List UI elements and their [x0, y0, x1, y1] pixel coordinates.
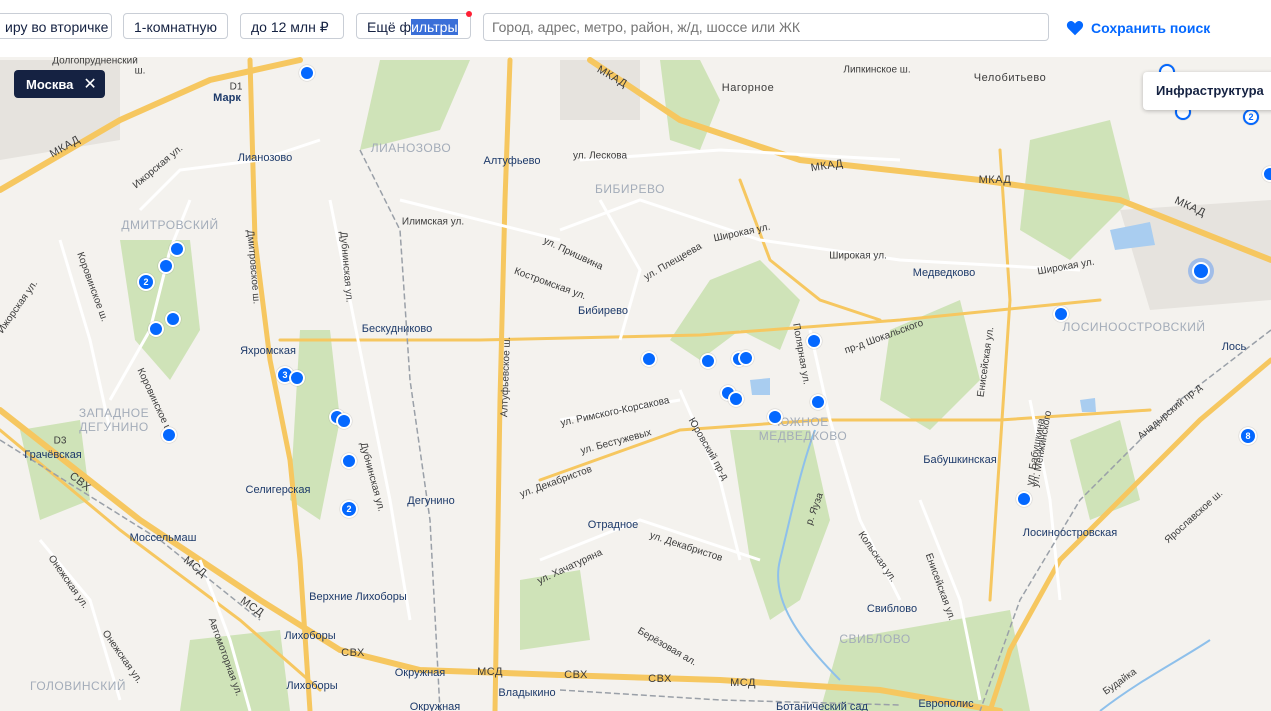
map-label: Долгопрудненский	[52, 57, 138, 67]
listing-pin[interactable]	[806, 333, 822, 349]
listing-pin[interactable]	[738, 350, 754, 366]
map-canvas[interactable]: Долгопрудненский ш. Марк D1 Лианозово ЛИ…	[0, 57, 1271, 711]
map-label: Дегунино	[407, 495, 455, 507]
map-label: D3	[53, 435, 67, 447]
map-label: СВХ	[341, 647, 365, 659]
map-label: Бибирево	[578, 305, 628, 317]
map-label: МСД	[730, 677, 756, 689]
price-label: до 12 млн ₽	[251, 19, 329, 35]
heart-icon	[1066, 21, 1084, 36]
map-label: Лианозово	[237, 152, 293, 164]
map-label: Бескудниково	[361, 323, 433, 335]
map-label: Отрадное	[587, 519, 639, 531]
listing-pin[interactable]	[336, 413, 352, 429]
map-label: D1	[229, 81, 243, 93]
listing-cluster-pin[interactable]: 8	[1239, 427, 1257, 445]
infrastructure-label: Инфраструктура	[1156, 83, 1264, 98]
map-label: Мосcельмаш	[129, 532, 197, 544]
map-label: Яхромская	[240, 345, 296, 357]
map-label: Окружная	[394, 667, 446, 679]
deal-type-button[interactable]: иру во вторичке	[0, 13, 112, 39]
map-label: МСД	[477, 666, 503, 678]
map-label: Лосиноостровская	[1022, 527, 1118, 539]
rooms-button[interactable]: 1-комнатную	[123, 13, 228, 39]
listing-pin[interactable]	[810, 394, 826, 410]
listing-pin[interactable]	[299, 65, 315, 81]
map-label: ДЕГУНИНО	[79, 420, 149, 434]
map-label: Липкинское ш.	[843, 64, 911, 76]
listing-pin[interactable]	[289, 370, 305, 386]
map-label: Медведково	[912, 267, 976, 279]
listing-pin[interactable]	[148, 321, 164, 337]
save-search-label: Сохранить поиск	[1091, 20, 1211, 36]
infrastructure-button[interactable]: Инфраструктура	[1143, 72, 1271, 110]
map-label: Верхние Лихоборы	[309, 591, 407, 603]
map-label: Челобитьево	[973, 72, 1047, 84]
map-label: Бабушкинская	[923, 454, 997, 466]
map-label: ЮЖНОЕ	[777, 415, 829, 429]
map-label: Селигерская	[245, 484, 311, 496]
listing-pin[interactable]	[1016, 491, 1032, 507]
map-label: Лихоборы	[286, 680, 338, 692]
deal-type-label: иру во вторичке	[5, 19, 109, 35]
map-label: Алтуфьево	[483, 155, 541, 167]
more-filters-button[interactable]: Ещё фильтры	[356, 13, 471, 39]
map-label: Грачёвская	[24, 449, 82, 461]
listing-cluster-pin[interactable]: 2	[340, 500, 358, 518]
map-label: МКАД	[978, 174, 1012, 186]
map-label: Владыкино	[498, 687, 556, 699]
map-label: Свиблово	[866, 603, 918, 615]
region-chip[interactable]: Москва ✕	[14, 70, 105, 98]
map-label: МЕДВЕДКОВО	[758, 429, 848, 443]
listing-pin[interactable]	[1262, 166, 1271, 182]
map-label: Нагорное	[721, 82, 775, 94]
close-icon[interactable]: ✕	[83, 74, 96, 94]
map-label: ЛОСИНООСТРОВСКИЙ	[1062, 320, 1206, 334]
map-label: СВХ	[648, 673, 672, 685]
map-label: СВИБЛОВО	[839, 632, 911, 646]
map-label: Окружная	[409, 701, 461, 711]
listing-pin[interactable]	[158, 258, 174, 274]
listing-pin[interactable]	[165, 311, 181, 327]
map-label: ЛИАНОЗОВО	[370, 141, 452, 155]
region-chip-label: Москва	[26, 76, 74, 92]
listing-pin[interactable]	[169, 241, 185, 257]
map-label: Европолис	[918, 698, 974, 710]
listing-pin-selected[interactable]	[1192, 262, 1210, 280]
listing-pin[interactable]	[641, 351, 657, 367]
map-label: ДМИТРОВСКИЙ	[121, 218, 219, 232]
listing-pin[interactable]	[728, 391, 744, 407]
listing-pin[interactable]	[161, 427, 177, 443]
listing-pin[interactable]	[1053, 306, 1069, 322]
map-base	[0, 57, 1271, 711]
map-label: БИБИРЕВО	[595, 182, 665, 196]
more-filters-label-selected: ильтры	[411, 19, 458, 35]
map-label: Лось	[1221, 341, 1247, 353]
map-label: ЗАПАДНОЕ	[78, 406, 150, 420]
rooms-label: 1-комнатную	[134, 19, 217, 35]
map-label: СВХ	[564, 669, 588, 681]
more-filters-label: Ещё ф	[367, 19, 412, 35]
listing-pin[interactable]	[341, 453, 357, 469]
map-label: ГОЛОВИНСКИЙ	[30, 679, 126, 693]
listing-pin[interactable]	[700, 353, 716, 369]
map-label: Ботанический сад	[776, 701, 868, 711]
filters-indicator-dot	[466, 11, 472, 17]
map-label: Широкая ул.	[829, 250, 887, 262]
price-button[interactable]: до 12 млн ₽	[240, 13, 344, 39]
search-input[interactable]	[483, 13, 1049, 41]
listing-cluster-pin[interactable]: 2	[137, 273, 155, 291]
map-label: Илимская ул.	[401, 216, 465, 228]
map-label: Лихоборы	[284, 630, 336, 642]
map-label: Марк	[213, 92, 241, 104]
infrastructure-pin[interactable]: 2	[1243, 109, 1259, 125]
save-search-button[interactable]: Сохранить поиск	[1066, 18, 1210, 38]
map-label: ул. Лескова	[572, 150, 628, 162]
map-label: ш.	[134, 65, 146, 77]
filter-bar: иру во вторичке 1-комнатную до 12 млн ₽ …	[0, 0, 1271, 57]
listing-pin[interactable]	[767, 409, 783, 425]
